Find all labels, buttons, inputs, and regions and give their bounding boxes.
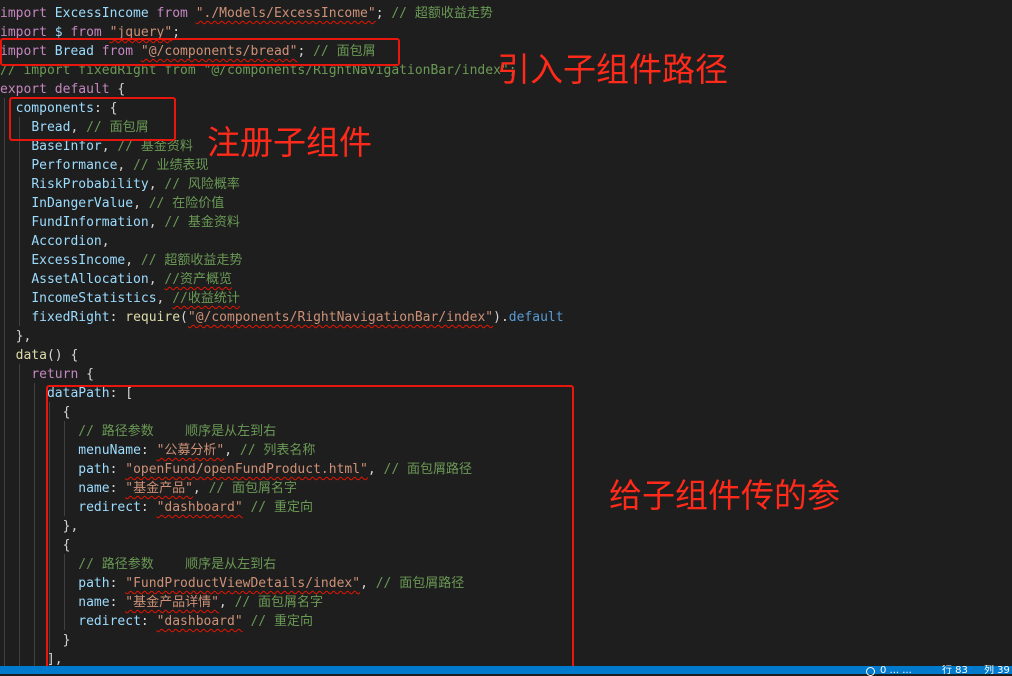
code-line: ExcessIncome, // 超额收益走势 — [0, 251, 242, 270]
code-line: data() { — [0, 346, 79, 365]
code-token: require — [125, 310, 181, 325]
code-token: return — [31, 367, 79, 382]
code-token: // 超额收益走势 — [140, 253, 243, 268]
code-line: RiskProbability, // 风险概率 — [0, 175, 240, 194]
code-token: FundInformation — [31, 215, 149, 230]
annotation-register-child: 注册子组件 — [207, 123, 372, 162]
code-token: : — [109, 310, 126, 325]
code-token: , — [101, 234, 110, 249]
code-token: RiskProbability — [31, 177, 149, 192]
code-token: // 超额收益走势 — [391, 6, 493, 21]
code-token: import — [0, 6, 47, 21]
code-token: default — [54, 82, 110, 97]
code-token: AssetAllocation — [31, 272, 149, 287]
code-token: { — [109, 82, 126, 97]
code-token: ( — [180, 310, 188, 325]
code-token: ExcessIncome — [46, 6, 157, 21]
code-line: InDangerValue, // 在险价值 — [0, 194, 224, 213]
code-token: //收益统计 — [172, 291, 240, 306]
code-token: // 基金资料 — [164, 215, 240, 230]
code-token: export — [0, 82, 47, 97]
code-line: FundInformation, // 基金资料 — [0, 213, 240, 232]
import-highlight-box — [0, 38, 400, 66]
code-token: //资产概览 — [164, 272, 233, 287]
code-line: Performance, // 业绩表现 — [0, 156, 209, 175]
code-line: IncomeStatistics, //收益统计 — [0, 289, 240, 308]
code-token: // 业绩表现 — [133, 158, 209, 173]
code-token: , — [156, 291, 173, 306]
code-line: Accordion, — [0, 232, 110, 251]
code-token: ; — [375, 6, 392, 21]
code-token: }, — [0, 329, 32, 344]
code-token: , — [148, 272, 165, 287]
code-token: ). — [493, 310, 509, 325]
code-token: () { — [46, 348, 79, 363]
code-token: default — [508, 310, 564, 325]
code-token: BaseInfor — [31, 139, 102, 154]
code-editor[interactable]: import ExcessIncome from "./Models/Exces… — [0, 0, 1012, 666]
code-line: AssetAllocation, //资产概览 — [0, 270, 232, 289]
code-line: return { — [0, 365, 94, 384]
code-token: data — [15, 348, 47, 363]
code-token: // 在险价值 — [148, 196, 225, 211]
code-line: fixedRight: require("@/components/RightN… — [0, 308, 564, 327]
code-token: InDangerValue — [31, 196, 134, 211]
code-token: { — [78, 367, 94, 382]
status-bar: 0 ... ... 行 83 列 39 — [0, 665, 1012, 676]
code-token: , — [101, 139, 118, 154]
code-token: , — [117, 158, 134, 173]
code-token: // 风险概率 — [164, 177, 240, 192]
annotation-pass-params-to-child: 给子组件传的参 — [609, 476, 840, 515]
code-token: fixedRight — [31, 310, 110, 325]
code-token: Performance — [31, 158, 118, 173]
annotation-import-child-path: 引入子组件路径 — [497, 50, 728, 89]
code-token: IncomeStatistics — [31, 291, 157, 306]
code-token: "./Models/ExcessIncome" — [195, 6, 376, 21]
code-token: // 基金资料 — [117, 139, 193, 154]
code-token: , — [148, 177, 165, 192]
code-line: }, — [0, 327, 32, 346]
code-line: import ExcessIncome from "./Models/Exces… — [0, 4, 493, 23]
code-token: Accordion — [31, 234, 102, 249]
datapath-highlight-box — [46, 385, 574, 666]
code-token: "@/components/RightNavigationBar/index" — [187, 310, 494, 325]
code-token: , — [133, 196, 149, 211]
code-token: , — [125, 253, 141, 268]
code-token: , — [148, 215, 165, 230]
sync-icon[interactable] — [866, 667, 875, 676]
code-token: ExcessIncome — [31, 253, 126, 268]
code-token: from — [156, 6, 188, 21]
components-highlight-box — [9, 97, 176, 141]
